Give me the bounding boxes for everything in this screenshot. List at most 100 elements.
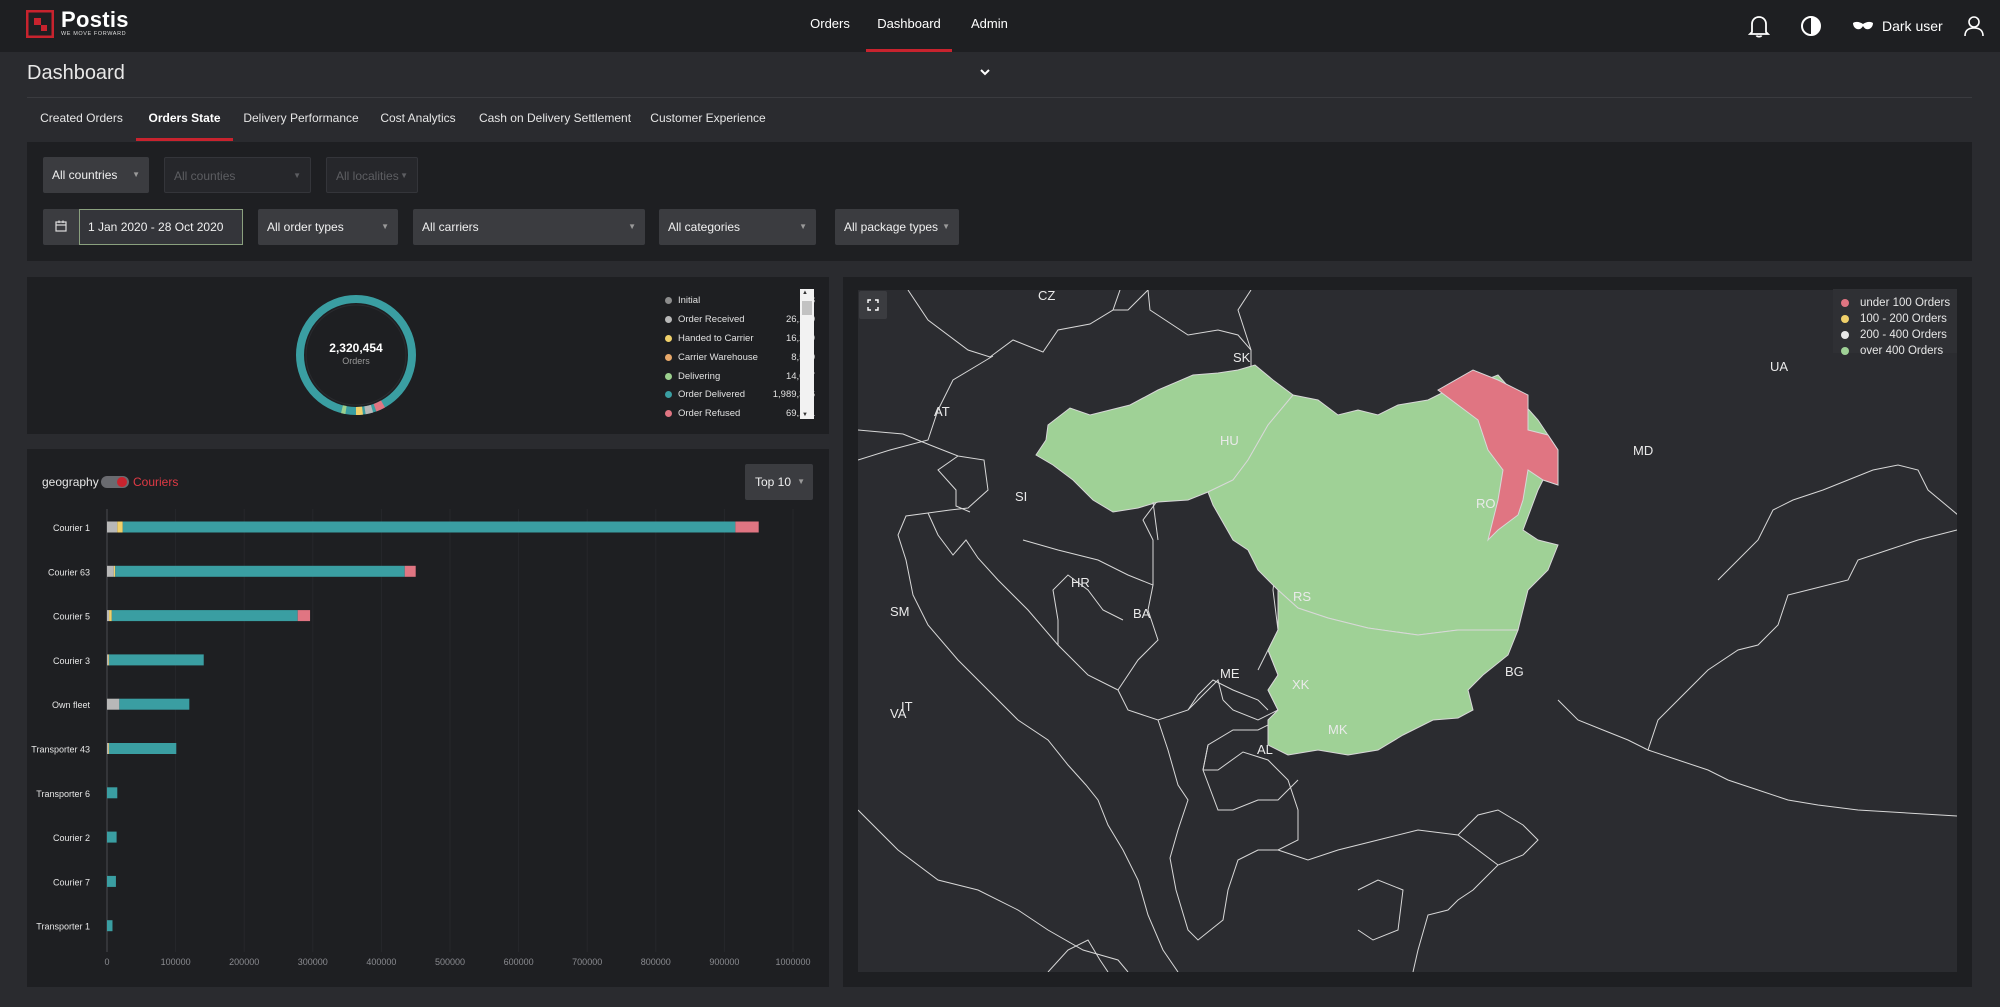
carriers-select[interactable]: All carriers ▼ <box>413 209 645 245</box>
tab-customer-experience[interactable]: Customer Experience <box>643 98 773 141</box>
date-range-input[interactable]: 1 Jan 2020 - 28 Oct 2020 <box>79 209 243 245</box>
category-label: Courier 2 <box>53 833 90 843</box>
map-label-md: MD <box>1633 443 1653 458</box>
map-label-me: ME <box>1220 666 1240 681</box>
calendar-button[interactable] <box>43 209 79 245</box>
bar-segment[interactable] <box>115 565 405 577</box>
categories-select[interactable]: All categories ▼ <box>659 209 816 245</box>
map-legend-item[interactable]: over 400 Orders <box>1841 343 1949 359</box>
legend-label: Handed to Carrier <box>678 332 754 344</box>
package-types-select-value: All package types <box>844 220 939 234</box>
bar-segment[interactable] <box>107 875 116 887</box>
tab-delivery-performance[interactable]: Delivery Performance <box>233 98 369 141</box>
bar-segment[interactable] <box>109 743 177 754</box>
donut-legend-item[interactable]: Delivering14,607 <box>665 367 815 386</box>
bar-segment[interactable] <box>111 610 298 622</box>
bar-segment[interactable] <box>735 521 759 533</box>
map-legend-item[interactable]: under 100 Orders <box>1841 295 1951 311</box>
map-fullscreen-button[interactable] <box>859 291 887 319</box>
tab-cost-analytics[interactable]: Cost Analytics <box>369 98 467 141</box>
countries-select[interactable]: All countries ▼ <box>43 157 149 193</box>
category-label: Courier 5 <box>53 612 90 622</box>
nav-orders[interactable]: Orders <box>800 0 860 52</box>
donut-total: 2,320,454 <box>329 341 383 355</box>
bar-segment[interactable] <box>119 698 190 710</box>
map-label-at: AT <box>934 404 950 419</box>
map-legend-label: under 100 Orders <box>1860 297 1951 309</box>
bar-segment[interactable] <box>107 787 118 799</box>
nav-dashboard[interactable]: Dashboard <box>866 0 952 52</box>
map-label-va: VA <box>890 706 907 721</box>
bar-segment[interactable] <box>107 831 117 843</box>
donut-legend-item[interactable]: Handed to Carrier16,269 <box>665 329 815 348</box>
legend-dot <box>665 372 672 380</box>
orders-state-donut-card: 2,320,454 Orders Initial18Order Received… <box>27 277 829 434</box>
bar-segment[interactable] <box>107 610 110 622</box>
map-legend: under 100 Orders 100 - 200 Orders 200 - 40… <box>1833 289 1957 357</box>
postis-logo[interactable]: Postis WE MOVE FORWARD <box>26 9 129 38</box>
bar-segment[interactable] <box>109 654 204 666</box>
bar-segment[interactable] <box>107 654 109 666</box>
x-tick-label: 1000000 <box>775 957 810 967</box>
category-label: Own fleet <box>52 700 91 710</box>
map-legend-item[interactable]: 200 - 400 Orders <box>1841 327 1949 343</box>
bar-segment[interactable] <box>117 521 123 533</box>
bar-segment[interactable] <box>107 521 118 533</box>
bar-segment[interactable] <box>297 610 311 622</box>
donut-segment-order-refused <box>373 400 385 412</box>
donut-legend-item[interactable]: Order Delivered 1,989,326 <box>665 385 815 404</box>
donut-legend-item[interactable]: Order Refused69,171 <box>665 404 815 417</box>
caret-down-icon: ▼ <box>293 171 301 180</box>
donut-inner-ring <box>305 304 407 406</box>
bar-segment[interactable] <box>113 565 116 577</box>
incognito-icon <box>1853 21 1873 30</box>
tab-orders-state[interactable]: Orders State <box>136 98 233 141</box>
user-menu[interactable]: Dark user <box>1852 0 1943 52</box>
donut-legend-item[interactable]: Order Received26,120 <box>665 310 815 329</box>
bar-segment[interactable] <box>109 610 112 622</box>
chevron-down-icon <box>980 69 990 76</box>
caret-down-icon: ▼ <box>381 222 389 231</box>
bar-segment[interactable] <box>107 698 120 710</box>
map-label-si: SI <box>1015 489 1027 504</box>
tab-created-orders[interactable]: Created Orders <box>27 98 136 141</box>
map-label-al: AL <box>1257 742 1273 757</box>
scrollbar-thumb[interactable] <box>802 301 812 315</box>
order-types-select[interactable]: All order types ▼ <box>258 209 398 245</box>
profile-button[interactable] <box>1964 0 1984 52</box>
bar-segment[interactable] <box>107 565 114 577</box>
map-label-hu: HU <box>1220 433 1239 448</box>
logo-mark-icon <box>26 9 54 38</box>
nav-admin[interactable]: Admin <box>965 0 1031 76</box>
couriers-bar-chart: 0 100000 200000 300000 400000 500000 600000 700… <box>31 509 811 967</box>
order-types-select-value: All order types <box>267 220 344 234</box>
legend-scrollbar[interactable]: ▲ ▼ <box>800 289 814 419</box>
bar-segment[interactable] <box>107 743 109 754</box>
map-label-cz: CZ <box>1038 290 1055 303</box>
map-legend-item[interactable]: 100 - 200 Orders <box>1841 311 1949 327</box>
orders-map-card: CZ SK AT HU SI HR BA RS RO MD UA BG ME X… <box>843 277 1972 987</box>
notifications-button[interactable] <box>1748 0 1770 52</box>
donut-legend-item[interactable]: Initial18 <box>665 291 815 310</box>
category-label: Transporter 43 <box>31 745 90 755</box>
bar-segment[interactable] <box>107 920 113 932</box>
scroll-up-icon[interactable]: ▲ <box>802 290 808 296</box>
localities-select[interactable]: All localities ▼ <box>326 157 418 193</box>
donut-legend-item[interactable]: Carrier Warehouse8,590 <box>665 348 815 367</box>
package-types-select[interactable]: All package types ▼ <box>835 209 959 245</box>
bar-segment[interactable] <box>404 565 416 577</box>
countries-select-value: All countries <box>52 168 118 182</box>
theme-toggle-button[interactable] <box>1800 0 1822 52</box>
map-label-ba: BA <box>1133 606 1151 621</box>
category-label: Courier 7 <box>53 877 90 887</box>
counties-select[interactable]: All counties ▼ <box>164 157 311 193</box>
bar-segment[interactable] <box>122 521 736 533</box>
tab-cod-settlement[interactable]: Cash on Delivery Settlement <box>467 98 643 141</box>
scroll-down-icon[interactable]: ▼ <box>802 412 808 418</box>
donut-segment-order-delivered <box>296 295 416 415</box>
map-legend-label: 100 - 200 Orders <box>1860 313 1947 325</box>
category-label: Transporter 1 <box>36 922 90 932</box>
donut-legend: Initial18Order Received26,120Handed to C… <box>665 291 815 417</box>
legend-label: Carrier Warehouse <box>678 351 758 363</box>
map-legend-label: 200 - 400 Orders <box>1860 329 1947 341</box>
